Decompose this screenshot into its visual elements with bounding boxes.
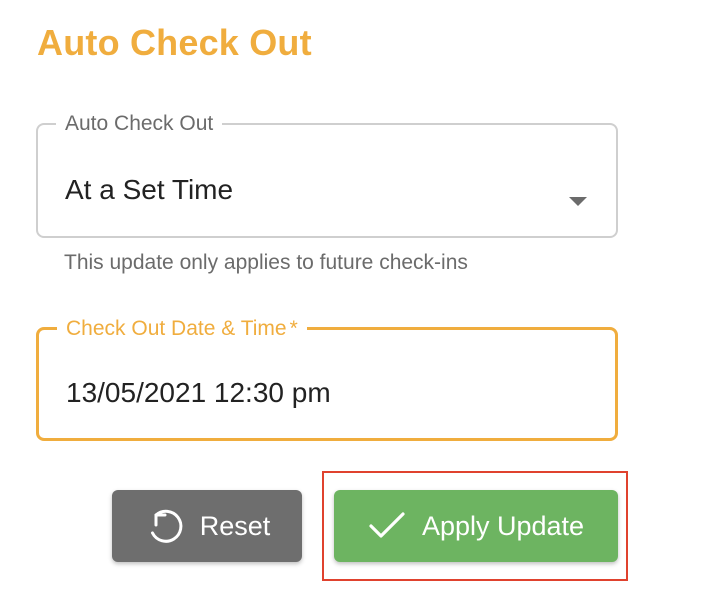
auto-checkout-select[interactable]: Auto Check Out At a Set Time (36, 113, 618, 238)
required-mark: * (289, 317, 298, 340)
page-title: Auto Check Out (37, 22, 312, 63)
reset-button[interactable]: Reset (112, 490, 302, 562)
checkout-datetime-label: Check Out Date & Time * (66, 317, 298, 340)
highlight-outline (322, 471, 628, 581)
undo-icon (144, 506, 184, 546)
reset-button-label: Reset (199, 510, 271, 541)
caret-down-icon[interactable] (569, 197, 587, 206)
helper-text: This update only applies to future check… (64, 251, 468, 274)
checkout-datetime-field[interactable]: Check Out Date & Time * 13/05/2021 12:30 … (36, 318, 618, 441)
auto-checkout-value: At a Set Time (65, 174, 234, 205)
checkout-datetime-value[interactable]: 13/05/2021 12:30 pm (66, 377, 331, 409)
auto-checkout-label: Auto Check Out (65, 112, 214, 135)
